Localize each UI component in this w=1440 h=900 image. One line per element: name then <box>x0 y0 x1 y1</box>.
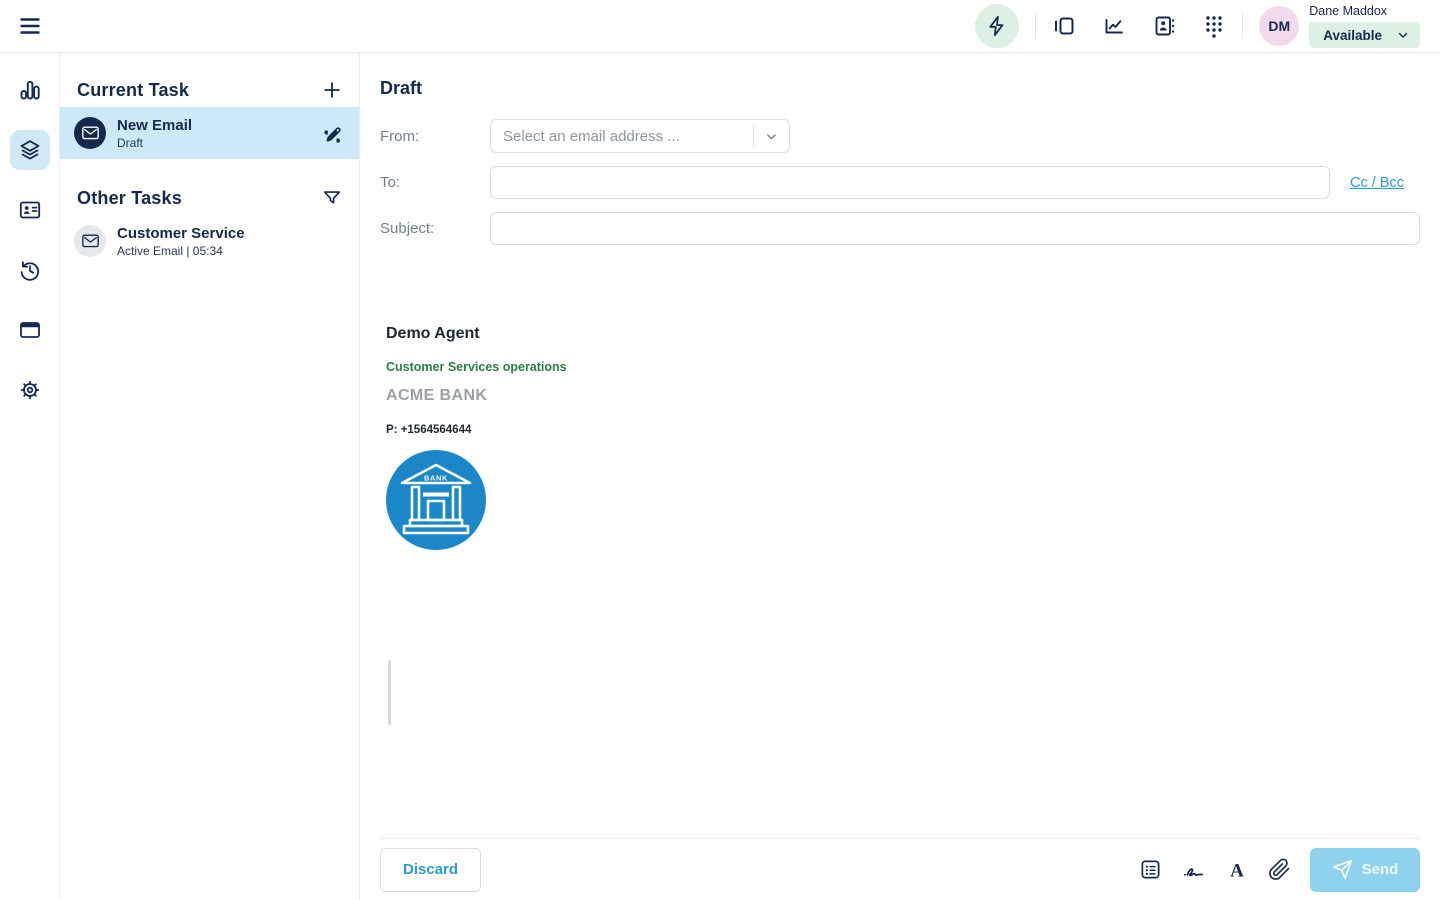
task-title: New Email <box>117 117 309 134</box>
layers-icon-selected[interactable] <box>0 120 60 180</box>
panels-icon[interactable] <box>1052 14 1076 38</box>
subject-input[interactable] <box>490 212 1420 245</box>
other-tasks-header: Other Tasks <box>77 188 182 209</box>
bank-logo: BANK <box>386 450 486 550</box>
from-row: From: Select an email address ... <box>380 119 1420 153</box>
send-button[interactable]: Send <box>1310 848 1420 892</box>
email-body[interactable]: Demo Agent Customer Services operations … <box>380 258 1420 838</box>
top-bar: DM Dane Maddox Available <box>0 0 1440 53</box>
bar-chart-icon[interactable] <box>0 60 60 120</box>
composer-title: Draft <box>380 78 1420 99</box>
subject-label: Subject: <box>380 220 490 237</box>
menu-icon[interactable] <box>18 14 42 38</box>
gear-icon[interactable] <box>0 360 60 420</box>
from-label: From: <box>380 128 490 145</box>
task-subtitle: Active Email | 05:34 <box>117 244 343 258</box>
signature-icon[interactable] <box>1181 857 1206 882</box>
to-label: To: <box>380 174 490 191</box>
nav-selected-highlight <box>10 130 50 170</box>
chevron-down-icon <box>764 129 779 144</box>
select-divider <box>753 126 754 146</box>
dialpad-icon[interactable] <box>1202 13 1226 39</box>
add-task-icon[interactable] <box>321 79 343 101</box>
directory-icon[interactable] <box>1152 14 1176 38</box>
text-format-icon[interactable]: A <box>1225 858 1249 882</box>
user-avatar[interactable]: DM <box>1259 6 1299 46</box>
signature-phone: P: +1564564644 <box>386 424 1420 436</box>
signature-department: Customer Services operations <box>386 360 1420 374</box>
task-panel: Current Task New Email Draft Other Tasks <box>60 53 360 900</box>
signature-company: ACME BANK <box>386 387 1420 405</box>
send-plane-icon <box>1332 859 1353 880</box>
attachment-icon[interactable] <box>1268 858 1291 881</box>
status-dropdown[interactable]: Available <box>1309 22 1420 48</box>
cc-bcc-link[interactable]: Cc / Bcc <box>1350 175 1404 191</box>
envelope-icon <box>82 126 99 140</box>
scrollbar-thumb[interactable] <box>388 660 391 725</box>
task-subtitle: Draft <box>117 136 309 150</box>
email-composer: Draft From: Select an email address ... … <box>360 53 1440 900</box>
current-task-header: Current Task <box>77 80 189 101</box>
composer-footer: Discard A <box>380 838 1420 900</box>
contact-card-icon[interactable] <box>0 180 60 240</box>
compose-pen-icon[interactable] <box>320 122 343 145</box>
svg-text:BANK: BANK <box>424 474 448 483</box>
task-row-customer-service[interactable]: Customer Service Active Email | 05:34 <box>60 215 359 267</box>
filter-icon[interactable] <box>321 187 343 209</box>
to-row: To: Cc / Bcc <box>380 166 1420 199</box>
template-list-icon[interactable] <box>1139 858 1162 881</box>
to-input[interactable] <box>490 166 1330 199</box>
history-icon[interactable] <box>0 240 60 300</box>
line-chart-icon[interactable] <box>1102 14 1126 38</box>
from-select[interactable]: Select an email address ... <box>490 119 790 153</box>
from-placeholder: Select an email address ... <box>503 128 747 145</box>
svg-text:A: A <box>1230 860 1244 881</box>
topbar-divider <box>1242 13 1243 39</box>
email-avatar <box>74 117 106 149</box>
status-label: Available <box>1323 28 1382 43</box>
subject-row: Subject: <box>380 212 1420 245</box>
email-avatar <box>74 225 106 257</box>
task-title: Customer Service <box>117 225 343 242</box>
user-name: Dane Maddox <box>1309 4 1387 18</box>
nav-rail <box>0 53 60 900</box>
chevron-down-icon <box>1396 28 1410 42</box>
send-label: Send <box>1362 861 1399 878</box>
task-row-new-email[interactable]: New Email Draft <box>60 107 359 159</box>
zap-icon[interactable] <box>975 4 1019 48</box>
envelope-icon <box>82 234 99 248</box>
topbar-actions: DM Dane Maddox Available <box>975 4 1420 48</box>
topbar-divider <box>1035 13 1036 39</box>
discard-button[interactable]: Discard <box>380 848 481 892</box>
window-icon[interactable] <box>0 300 60 360</box>
signature-name: Demo Agent <box>386 325 1420 343</box>
